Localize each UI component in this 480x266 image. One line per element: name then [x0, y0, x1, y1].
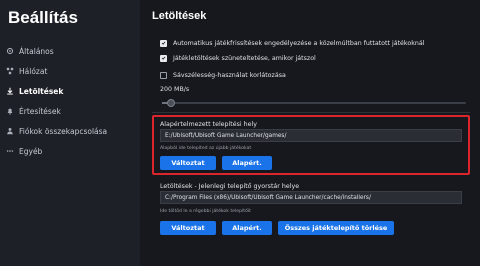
limit-bandwidth-label: Sávszélesség-használat korlátozása — [173, 71, 286, 79]
checkmark-icon — [161, 41, 166, 45]
download-icon — [6, 87, 14, 95]
default-location-label: Alapértelmezett telepítési hely — [160, 121, 258, 128]
pause-downloads-checkbox[interactable] — [160, 54, 167, 62]
cache-location-label: Letöltések - Jelenlegi telepítő gyorstár… — [160, 183, 300, 190]
cache-location-reset-button[interactable]: Alapért. — [222, 221, 272, 235]
divider — [152, 112, 470, 113]
clear-installers-button[interactable]: Összes játéktelepítő törlése — [278, 221, 394, 235]
sidebar-item-label: Fiókok összekapcsolása — [19, 126, 108, 136]
page-title: Letöltések — [152, 10, 207, 22]
downloads-panel: Letöltések Automatikus játékfrissítések … — [140, 0, 480, 266]
more-icon — [6, 147, 14, 155]
speed-limit-value: 200 MB/s — [160, 86, 190, 93]
sidebar-item-other[interactable]: Egyéb — [6, 144, 136, 158]
pause-downloads-label: Játékletöltések szüneteltetése, amikor j… — [173, 54, 316, 62]
sidebar-item-general[interactable]: Általános — [6, 44, 136, 58]
limit-bandwidth-checkbox[interactable] — [160, 71, 167, 79]
bell-icon — [6, 107, 14, 115]
sidebar: Beállítás Általános Hálózat Letöltések É… — [0, 0, 140, 266]
sidebar-item-label: Hálózat — [19, 66, 48, 76]
cache-location-change-button[interactable]: Változtat — [160, 221, 216, 235]
cache-location-hint: Ide töltöd le a régebbi játékok telepítő… — [160, 209, 251, 214]
sidebar-item-account-linking[interactable]: Fiókok összekapcsolása — [6, 124, 136, 138]
sidebar-item-label: Letöltések — [19, 86, 64, 96]
default-location-reset-button[interactable]: Alapért. — [222, 156, 272, 170]
network-icon — [6, 67, 14, 75]
default-location-hint: Alapból ide telepíted az újabb játékokat — [160, 146, 252, 151]
cache-location-path: C:/Program Files (x86)/Ubisoft/Ubisoft G… — [160, 191, 462, 204]
default-location-change-button[interactable]: Változtat — [160, 156, 216, 170]
sidebar-item-notifications[interactable]: Értesítések — [6, 104, 136, 118]
auto-update-checkbox[interactable] — [160, 39, 167, 47]
gear-icon — [6, 47, 14, 55]
sidebar-item-label: Általános — [19, 46, 54, 56]
sidebar-title: Beállítás — [8, 8, 78, 27]
link-icon — [6, 127, 14, 135]
sidebar-item-label: Egyéb — [19, 146, 43, 156]
sidebar-item-network[interactable]: Hálózat — [6, 64, 136, 78]
bandwidth-slider[interactable] — [162, 99, 466, 107]
slider-thumb[interactable] — [167, 99, 175, 107]
default-location-path: E:/Ubisoft/Ubisoft Game Launcher/games/ — [160, 129, 462, 142]
auto-update-label: Automatikus játékfrissítések engedélyezé… — [173, 39, 425, 47]
limit-bandwidth-option[interactable]: Sávszélesség-használat korlátozása — [160, 70, 286, 80]
sidebar-item-downloads[interactable]: Letöltések — [6, 84, 136, 98]
sidebar-item-label: Értesítések — [19, 106, 61, 116]
auto-update-option[interactable]: Automatikus játékfrissítések engedélyezé… — [160, 38, 424, 48]
checkmark-icon — [161, 56, 166, 60]
pause-downloads-option[interactable]: Játékletöltések szüneteltetése, amikor j… — [160, 53, 316, 63]
